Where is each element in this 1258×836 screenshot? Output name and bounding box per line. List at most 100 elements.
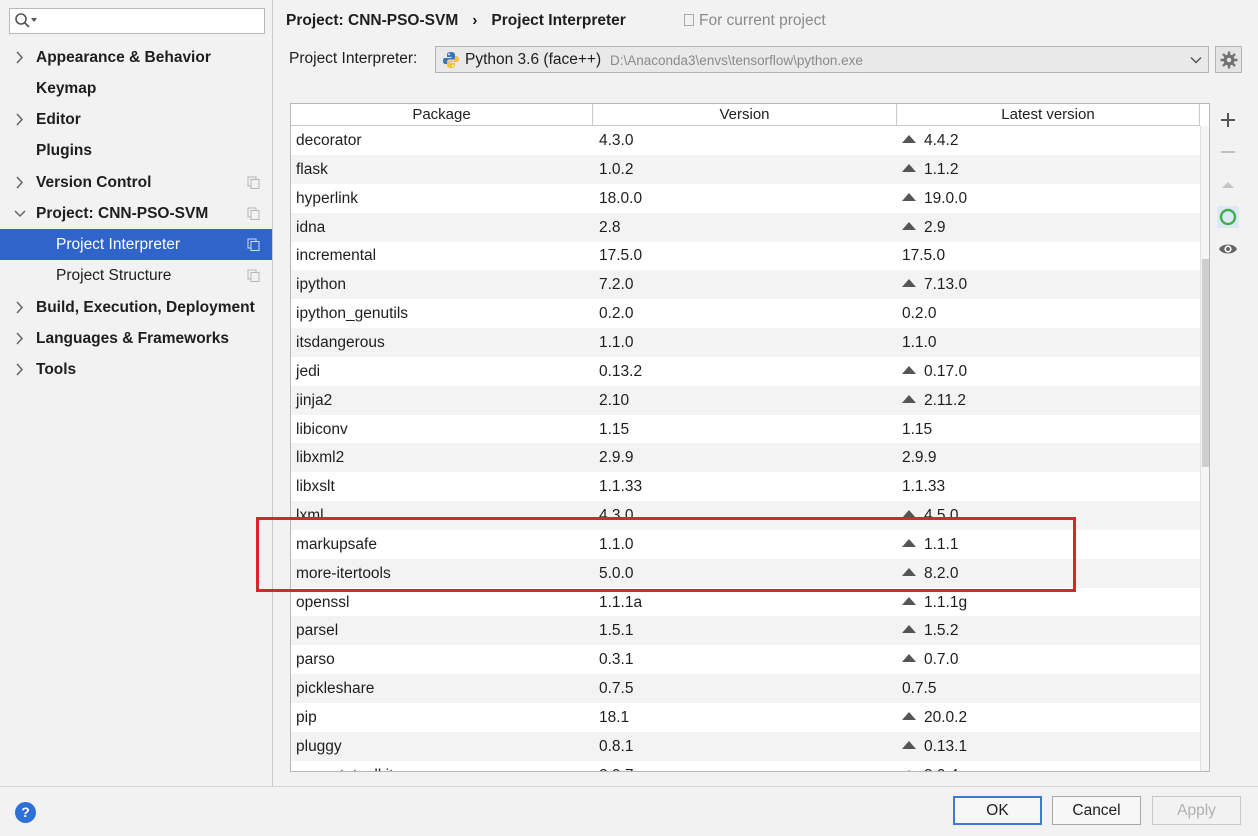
version-cell: 2.8 [599, 213, 621, 242]
version-cell: 18.1 [599, 703, 629, 732]
table-row[interactable]: parso 0.3.1 0.7.0 [291, 645, 1200, 674]
chevron-right-icon[interactable] [14, 292, 26, 323]
latest-version-cell: 0.7.5 [902, 674, 936, 703]
sidebar-item-project-structure[interactable]: Project Structure [0, 260, 272, 291]
version-cell-text: 1.1.1a [599, 593, 643, 611]
table-row[interactable]: libxslt 1.1.33 1.1.33 [291, 472, 1200, 501]
refresh-icon[interactable] [1216, 205, 1240, 229]
table-row[interactable]: libxml2 2.9.9 2.9.9 [291, 443, 1200, 473]
chevron-right-icon[interactable] [14, 167, 26, 198]
column-package[interactable]: Package [291, 104, 593, 126]
table-row[interactable]: openssl 1.1.1a 1.1.1g [291, 588, 1200, 617]
table-row[interactable]: pluggy 0.8.1 0.13.1 [291, 731, 1200, 761]
gear-icon [1220, 51, 1238, 69]
table-row[interactable]: libiconv 1.15 1.15 [291, 415, 1200, 444]
help-button[interactable]: ? [15, 802, 36, 823]
settings-search-input[interactable] [9, 8, 265, 34]
package-name-cell-text: parso [296, 651, 335, 669]
sidebar-item-project-cnn-pso-svm[interactable]: Project: CNN-PSO-SVM [0, 198, 272, 229]
package-name-cell: jinja2 [296, 386, 332, 415]
sidebar-item-build-execution-deployment[interactable]: Build, Execution, Deployment [0, 292, 272, 323]
upgrade-available-icon [902, 712, 916, 720]
version-cell-text: 5.0.0 [599, 564, 634, 582]
python-icon [443, 52, 459, 68]
latest-version-cell: 2.9.9 [902, 443, 936, 472]
sidebar-item-plugins[interactable]: Plugins [0, 135, 272, 166]
table-row[interactable]: incremental 17.5.0 17.5.0 [291, 241, 1200, 270]
sidebar-item-project-interpreter[interactable]: Project Interpreter [0, 229, 272, 260]
sidebar-item-label: Appearance & Behavior [36, 49, 211, 66]
table-scrollbar[interactable] [1200, 126, 1209, 771]
interpreter-settings-button[interactable] [1215, 46, 1242, 73]
table-row[interactable]: decorator 4.3.0 4.4.2 [291, 126, 1200, 155]
upgrade-available-icon [902, 394, 916, 403]
table-row[interactable]: hyperlink 18.0.0 19.0.0 [291, 184, 1200, 213]
table-row[interactable]: idna 2.8 2.9 [291, 212, 1200, 242]
table-row[interactable]: jedi 0.13.2 0.17.0 [291, 357, 1200, 386]
version-cell-text: 18.0.0 [599, 189, 643, 207]
table-row[interactable]: ipython_genutils 0.2.0 0.2.0 [291, 299, 1200, 328]
package-name-cell-text: libxslt [296, 478, 335, 496]
latest-version-cell: 4.5.0 [902, 501, 958, 530]
ok-button[interactable]: OK [953, 796, 1042, 825]
sidebar-item-editor[interactable]: Editor [0, 104, 272, 135]
project-level-icon [247, 207, 260, 220]
eye-icon[interactable] [1216, 237, 1240, 261]
cancel-button[interactable]: Cancel [1052, 796, 1141, 825]
table-row[interactable]: markupsafe 1.1.0 1.1.1 [291, 530, 1200, 559]
upgrade-icon[interactable] [1216, 173, 1240, 197]
interpreter-select[interactable]: Python 3.6 (face++) D:\Anaconda3\envs\te… [435, 46, 1209, 73]
package-name-cell-text: ipython [296, 276, 346, 294]
upgrade-available-icon [902, 221, 916, 230]
package-name-cell: incremental [296, 241, 376, 270]
chevron-down-icon[interactable] [14, 198, 26, 229]
chevron-right-icon[interactable] [14, 42, 26, 73]
latest-version-cell-text: 2.11.2 [924, 391, 966, 409]
sidebar-item-label: Version Control [36, 174, 152, 191]
packages-table: Package Version Latest version decorator… [290, 103, 1210, 772]
table-row[interactable]: jinja2 2.10 2.11.2 [291, 385, 1200, 415]
latest-version-cell-text: 1.5.2 [924, 622, 959, 640]
latest-version-cell-text: 0.17.0 [924, 362, 968, 380]
table-row[interactable]: lxml 4.3.0 4.5.0 [291, 501, 1200, 531]
breadcrumb-project[interactable]: Project: CNN-PSO-SVM [286, 12, 458, 29]
package-name-cell-text: openssl [296, 593, 350, 611]
column-version[interactable]: Version [593, 104, 897, 126]
sidebar-item-label: Project Structure [56, 267, 172, 284]
latest-version-cell-text: 1.1.1g [924, 593, 968, 611]
package-name-cell-text: pickleshare [296, 680, 375, 698]
version-cell-text: 18.1 [599, 709, 630, 726]
sidebar-item-label: Editor [36, 111, 81, 128]
table-row[interactable]: itsdangerous 1.1.0 1.1.0 [291, 327, 1200, 357]
upgrade-available-icon [902, 365, 916, 374]
plus-icon[interactable] [1216, 108, 1240, 132]
table-row[interactable]: more-itertools 5.0.0 8.2.0 [291, 558, 1200, 588]
table-row[interactable]: flask 1.0.2 1.1.2 [291, 154, 1200, 184]
table-row[interactable]: ipython 7.2.0 7.13.0 [291, 270, 1200, 300]
scrollbar-thumb[interactable] [1202, 259, 1209, 467]
package-toolbar [1212, 103, 1244, 772]
latest-version-cell: 0.17.0 [902, 357, 967, 386]
version-cell: 2.0.7 [599, 761, 633, 771]
latest-version-cell: 0.7.0 [902, 645, 958, 674]
package-name-cell: ipython [296, 270, 346, 299]
sidebar-item-appearance-behavior[interactable]: Appearance & Behavior [0, 42, 272, 73]
apply-button[interactable]: Apply [1152, 796, 1241, 825]
sidebar-item-keymap[interactable]: Keymap [0, 73, 272, 104]
latest-version-cell-text: 1.1.0 [902, 333, 937, 351]
minus-icon[interactable] [1216, 140, 1240, 164]
table-row[interactable]: pickleshare 0.7.5 0.7.5 [291, 674, 1200, 704]
sidebar-item-languages-frameworks[interactable]: Languages & Frameworks [0, 323, 272, 354]
package-name-cell-text: hyperlink [296, 189, 359, 207]
table-row[interactable]: parsel 1.5.1 1.5.2 [291, 616, 1200, 646]
chevron-right-icon[interactable] [14, 323, 26, 354]
column-latest-version[interactable]: Latest version [897, 104, 1200, 126]
chevron-right-icon[interactable] [14, 104, 26, 135]
chevron-right-icon[interactable] [14, 354, 26, 385]
table-row[interactable]: pip 18.1 20.0.2 [291, 703, 1200, 732]
table-row[interactable]: prompt_toolkit 2.0.7 3.0.4 [291, 761, 1200, 771]
package-name-cell-text: decorator [296, 132, 362, 149]
version-cell-text: 2.10 [599, 391, 630, 409]
sidebar-item-version-control[interactable]: Version Control [0, 167, 272, 198]
sidebar-item-tools[interactable]: Tools [0, 354, 272, 385]
